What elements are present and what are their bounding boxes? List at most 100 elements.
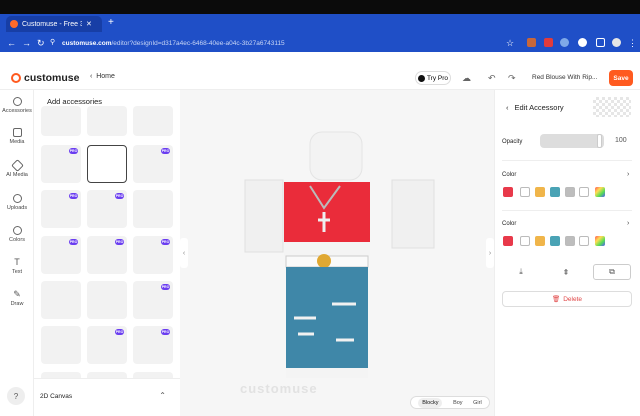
rail-item-uploads[interactable]: Uploads (0, 194, 34, 211)
pro-badge: PRO (161, 148, 170, 154)
pro-badge: PRO (69, 148, 78, 154)
delete-button[interactable]: 🗑 Delete (502, 291, 632, 307)
accessory-tile[interactable]: PRO (133, 145, 173, 183)
color-swatch[interactable] (550, 236, 560, 246)
accessory-tile[interactable] (41, 106, 81, 136)
body-type-boy[interactable]: Boy (453, 400, 462, 406)
canvas-2d-section[interactable]: 2D Canvas ⌃ (34, 378, 180, 416)
url-field[interactable]: customuse.com/editor?designId=d317a4ec-6… (62, 36, 502, 50)
home-link[interactable]: ‹ Home (90, 73, 115, 80)
accessory-tile[interactable]: PRO (41, 145, 81, 183)
download-icon[interactable]: ⤓ (502, 264, 540, 280)
accessory-tile[interactable]: PRO (41, 190, 81, 228)
extensions-puzzle-icon[interactable] (578, 38, 587, 47)
logo-text: customuse (24, 72, 80, 84)
color-swatch[interactable] (579, 187, 589, 197)
collapse-right-icon[interactable]: › (486, 238, 494, 268)
accessory-tile[interactable] (87, 145, 127, 183)
accessory-tile[interactable] (87, 281, 127, 319)
back-chevron-icon[interactable]: ‹ (506, 103, 509, 112)
color-swatch[interactable] (503, 187, 513, 197)
accessory-tile[interactable]: PRO (133, 326, 173, 364)
avatar-red-blouse (284, 182, 370, 242)
opacity-value[interactable]: 100 (615, 137, 627, 144)
accessory-tile[interactable]: PRO (133, 281, 173, 319)
accessory-tile[interactable] (133, 190, 173, 228)
accessory-tile[interactable] (87, 106, 127, 136)
avatar-shoes (286, 368, 368, 378)
rail-label: AI Media (6, 172, 28, 178)
layer-icon[interactable]: ⇞ (547, 264, 585, 280)
rail-item-ai-media[interactable]: AI Media (0, 159, 34, 178)
save-button[interactable]: Save (609, 70, 633, 86)
duplicate-icon[interactable]: ⧉ (593, 264, 631, 280)
rail-item-text[interactable]: T Text (0, 258, 34, 276)
browser-tab[interactable]: Customuse - Free 3D design ✕ (6, 16, 102, 32)
accessory-tile[interactable]: PRO (87, 236, 127, 274)
chevron-right-icon[interactable]: › (627, 171, 629, 178)
cloud-sync-icon[interactable]: ☁ (462, 73, 471, 84)
color-swatch[interactable] (503, 236, 513, 246)
redo-icon[interactable]: ↷ (508, 73, 516, 84)
rail-item-colors[interactable]: Colors (0, 226, 34, 243)
site-info-icon[interactable]: ⚲ (50, 36, 55, 50)
avatar-head (309, 131, 363, 181)
rail-item-draw[interactable]: ✎ Draw (0, 290, 34, 308)
color-swatch[interactable] (579, 236, 589, 246)
undo-icon[interactable]: ↶ (488, 73, 496, 84)
extension-icon-3[interactable] (560, 38, 569, 47)
accessory-tile[interactable] (41, 326, 81, 364)
browser-menu-icon[interactable]: ⋮ (628, 36, 637, 50)
color-swatch[interactable] (520, 187, 530, 197)
accessory-tile[interactable]: PRO (41, 236, 81, 274)
pro-icon (417, 74, 425, 82)
edit-accessory-header[interactable]: ‹ Edit Accessory (506, 103, 564, 112)
rail-label: Draw (10, 301, 24, 307)
accessory-tile[interactable]: PRO (133, 236, 173, 274)
opacity-slider-handle[interactable] (597, 134, 602, 148)
accessory-tile[interactable]: PRO (87, 190, 127, 228)
side-panel-icon[interactable] (596, 38, 605, 47)
body-type-toggle: Blocky Boy Girl (410, 396, 490, 409)
color-swatch[interactable] (535, 187, 545, 197)
back-icon[interactable]: ← (7, 36, 16, 50)
accessory-tile[interactable] (41, 281, 81, 319)
color-swatch[interactable] (520, 236, 530, 246)
help-button[interactable]: ? (7, 387, 25, 405)
color-swatch[interactable] (535, 236, 545, 246)
forward-icon[interactable]: → (22, 36, 31, 50)
divider (502, 160, 632, 161)
pro-badge: PRO (115, 239, 124, 245)
chevron-right-icon[interactable]: › (627, 220, 629, 227)
custom-color-icon[interactable] (595, 236, 605, 246)
color-swatch[interactable] (550, 187, 560, 197)
pro-badge: PRO (69, 193, 78, 199)
profile-avatar-icon[interactable] (612, 38, 621, 47)
pro-badge: PRO (161, 284, 170, 290)
accessory-tile[interactable] (133, 106, 173, 136)
avatar-jeans (286, 267, 368, 375)
url-path: /editor?designId=d317a4ec-6468-40ee-a04c… (111, 39, 285, 47)
colors-icon (12, 226, 22, 235)
extension-icon-2[interactable] (544, 38, 553, 47)
rail-item-media[interactable]: Media (0, 128, 34, 145)
customuse-logo[interactable]: customuse (11, 72, 79, 84)
custom-color-icon[interactable] (595, 187, 605, 197)
color-swatch[interactable] (565, 187, 575, 197)
pro-badge: PRO (115, 329, 124, 335)
collapse-left-icon[interactable]: ‹ (180, 238, 188, 268)
extension-icon-1[interactable] (527, 38, 536, 47)
color-swatch[interactable] (565, 236, 575, 246)
body-type-girl[interactable]: Girl (473, 400, 482, 406)
opacity-slider[interactable] (540, 134, 604, 148)
accessory-tile[interactable]: PRO (87, 326, 127, 364)
try-pro-button[interactable]: Try Pro (415, 71, 451, 85)
bookmark-star-icon[interactable]: ☆ (506, 36, 514, 50)
chevron-up-icon[interactable]: ⌃ (159, 391, 166, 400)
body-type-blocky[interactable]: Blocky (418, 397, 443, 408)
new-tab-button[interactable]: + (108, 18, 114, 28)
design-title[interactable]: Red Blouse With Rip... (532, 74, 597, 81)
reload-icon[interactable]: ↻ (37, 36, 45, 50)
rail-item-accessories[interactable]: Accessories (0, 97, 34, 114)
tab-close-icon[interactable]: ✕ (86, 20, 92, 28)
